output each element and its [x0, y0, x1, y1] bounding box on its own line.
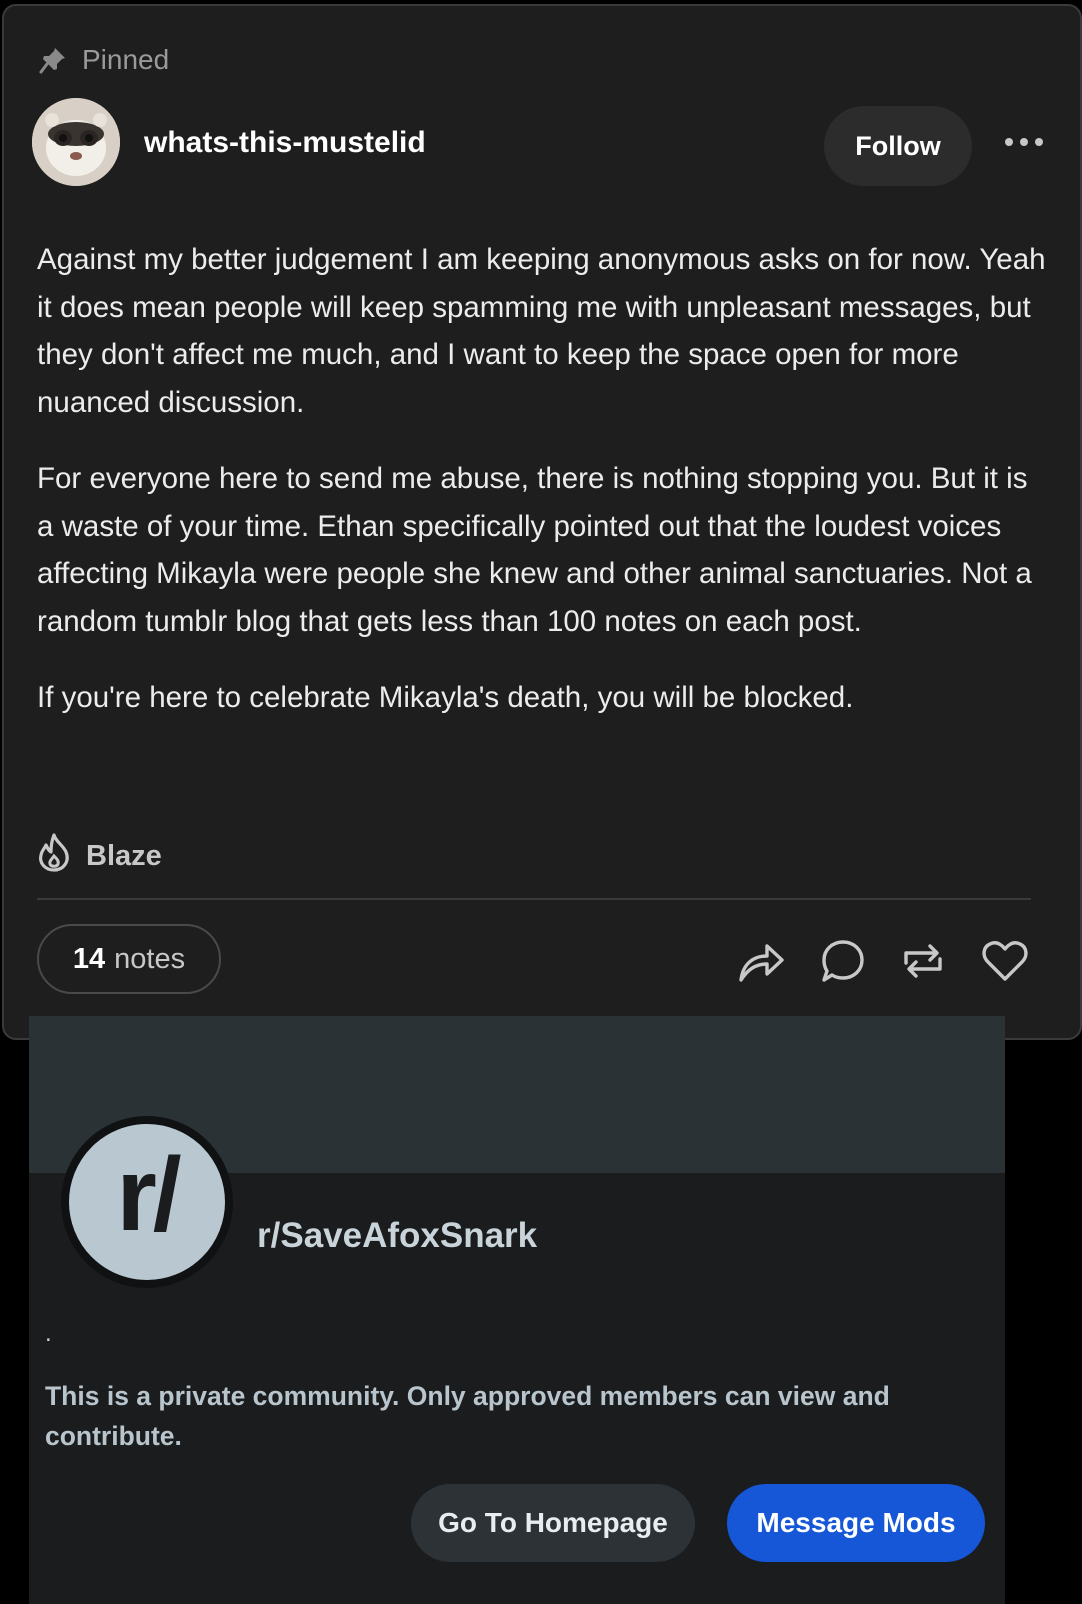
post-paragraph: If you're here to celebrate Mikayla's de…: [37, 681, 854, 714]
pinned-indicator: Pinned: [38, 44, 169, 76]
private-community-notice: This is a private community. Only approv…: [45, 1381, 890, 1451]
pinned-label: Pinned: [82, 44, 170, 75]
username[interactable]: whats-this-mustelid: [144, 126, 426, 160]
notes-label: notes: [114, 942, 186, 975]
follow-button[interactable]: Follow: [824, 106, 972, 186]
reply-icon[interactable]: [818, 936, 868, 986]
heart-icon[interactable]: [980, 936, 1030, 986]
subreddit-description: .: [45, 1320, 52, 1347]
reblog-icon[interactable]: [898, 936, 948, 986]
message-mods-button[interactable]: Message Mods: [727, 1484, 985, 1562]
blaze-label: Blaze: [86, 839, 162, 872]
pin-icon: [38, 45, 68, 75]
post-header: whats-this-mustelid Follow: [32, 98, 1052, 188]
post-card: Pinned whats-this-mustelid Follow Agains…: [2, 4, 1082, 1040]
post-paragraph: For everyone here to send me abuse, ther…: [37, 462, 1032, 638]
notes-button[interactable]: 14 notes: [37, 924, 221, 994]
subreddit-name: r/SaveAfoxSnark: [257, 1216, 538, 1255]
avatar[interactable]: [32, 98, 120, 186]
divider: [37, 898, 1031, 900]
notes-count: 14: [72, 942, 106, 975]
reddit-community-panel: r/ r/SaveAfoxSnark . This is a private c…: [29, 1016, 1005, 1604]
share-icon[interactable]: [736, 936, 786, 986]
post-body: Against my better judgement I am keeping…: [37, 236, 1047, 751]
subreddit-icon: r/: [61, 1116, 233, 1288]
more-icon[interactable]: [1000, 130, 1048, 154]
go-to-homepage-button[interactable]: Go To Homepage: [411, 1484, 695, 1562]
flame-icon: [36, 832, 72, 880]
blaze-button[interactable]: Blaze: [36, 832, 162, 880]
post-paragraph: Against my better judgement I am keeping…: [37, 243, 1046, 419]
